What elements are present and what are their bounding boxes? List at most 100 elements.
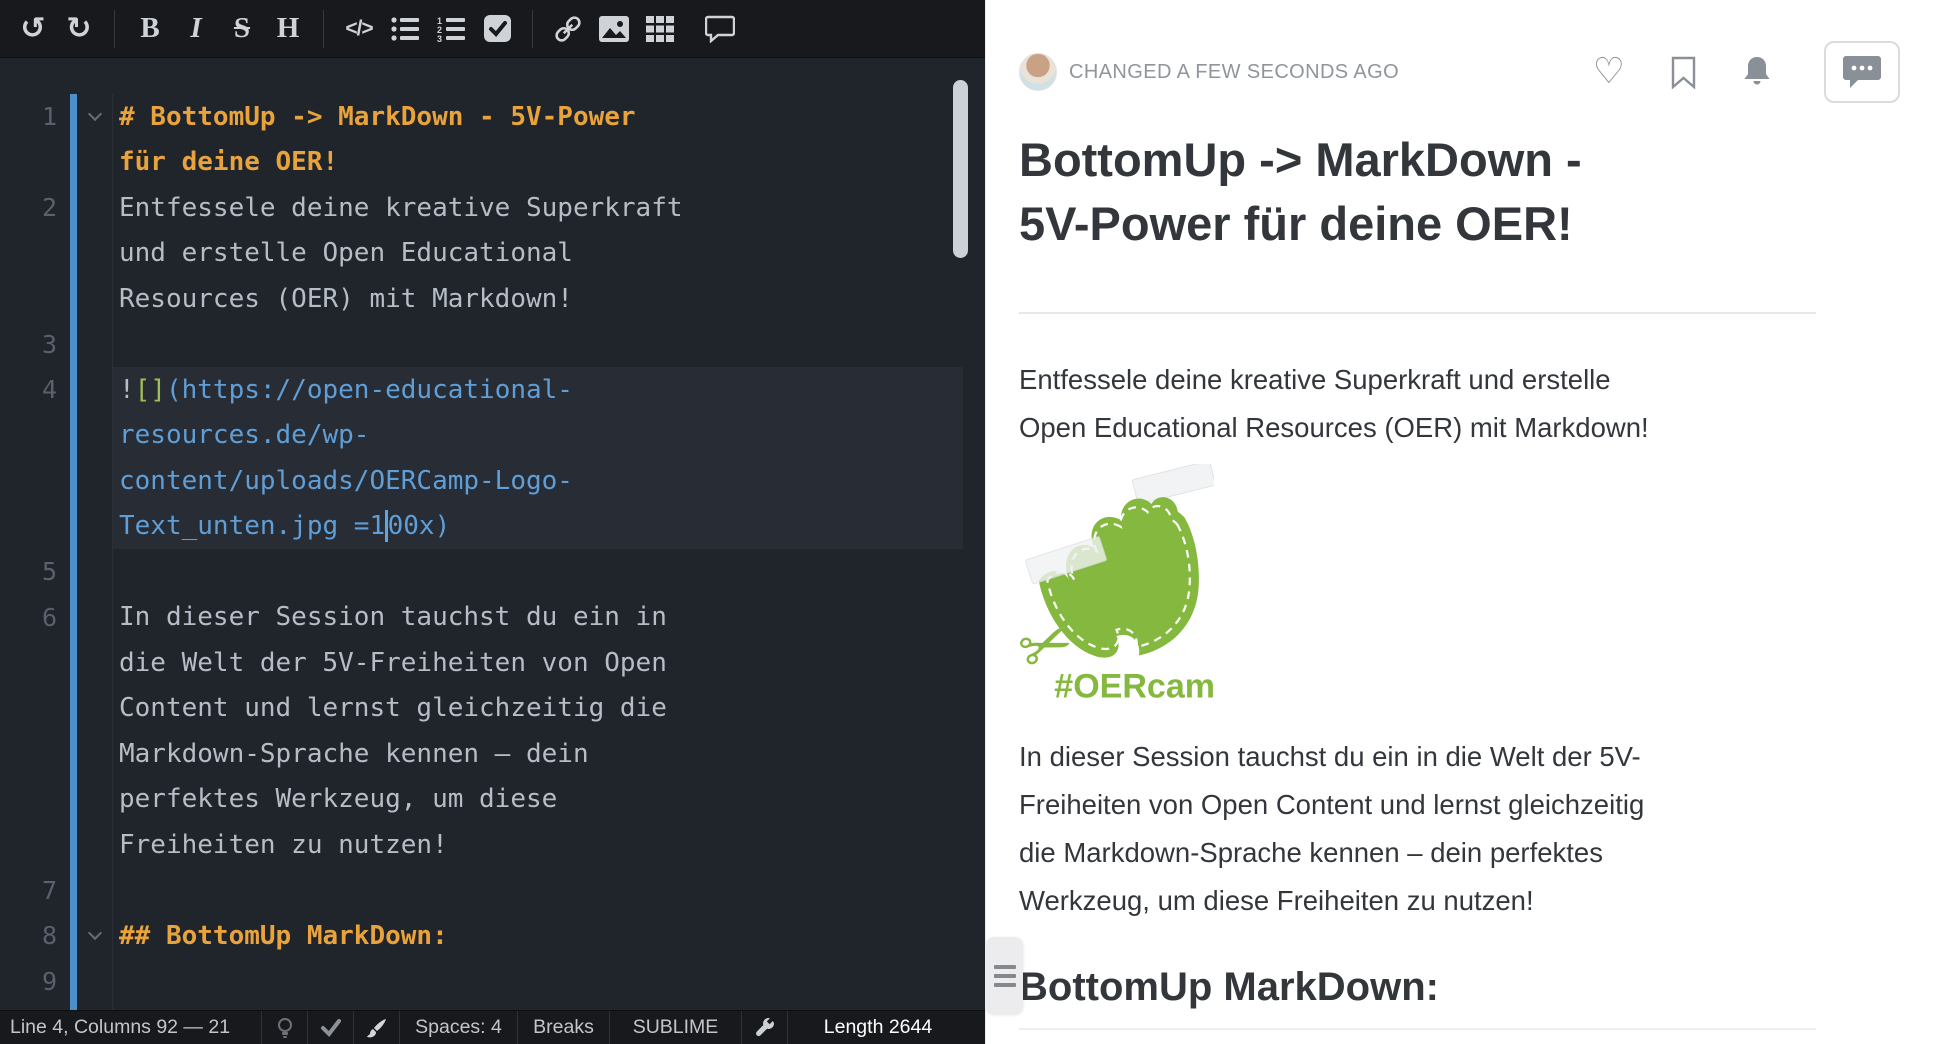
table-icon[interactable]: [637, 7, 683, 51]
heading-icon[interactable]: H: [265, 7, 311, 51]
code-icon[interactable]: </>: [336, 7, 382, 51]
comment-bubble-icon[interactable]: [1824, 41, 1900, 103]
change-indicator-bar: [70, 822, 77, 868]
toolbar-divider: [114, 10, 115, 48]
comment-icon[interactable]: [697, 7, 743, 51]
editor-row[interactable]: Freiheiten zu nutzen!: [0, 822, 985, 868]
heart-icon[interactable]: ♡: [1593, 54, 1625, 90]
code-line[interactable]: [112, 868, 963, 914]
code-line[interactable]: # BottomUp -> MarkDown - 5V-Power: [112, 94, 963, 140]
code-line[interactable]: Content und lernst gleichzeitig die: [112, 686, 963, 732]
editor-pane: ↺ ↻ B I S H </>: [0, 0, 985, 1044]
change-indicator-bar: [70, 185, 77, 231]
preview-actions: ♡: [1593, 41, 1900, 103]
change-indicator-bar: [70, 231, 77, 277]
editor-row[interactable]: 7: [0, 868, 985, 914]
code-line[interactable]: Text_unten.jpg =100x): [112, 504, 963, 550]
line-number: 2: [0, 193, 57, 222]
code-line[interactable]: **Verwahren & Vervielfältigen**: [112, 1004, 963, 1010]
redo-icon[interactable]: ↻: [56, 7, 102, 51]
code-line[interactable]: resources.de/wp-: [112, 413, 963, 459]
change-indicator-bar: [70, 731, 77, 777]
keymap-setting[interactable]: SUBLIME: [610, 1011, 742, 1044]
editor-row[interactable]: 8 ## BottomUp MarkDown:: [0, 913, 985, 959]
session-paragraph: In dieser Session tauchst du ein in die …: [1019, 733, 1816, 925]
code-line[interactable]: [112, 549, 963, 595]
editor-row[interactable]: resources.de/wp-: [0, 413, 985, 459]
editor-row[interactable]: und erstelle Open Educational: [0, 231, 985, 277]
change-indicator-bar: [70, 913, 77, 959]
code-line[interactable]: In dieser Session tauchst du ein in: [112, 595, 963, 641]
italic-icon[interactable]: I: [173, 7, 219, 51]
change-indicator-bar: [70, 322, 77, 368]
wrench-icon[interactable]: [742, 1011, 788, 1044]
editor-statusbar: Line 4, Columns 92 — 21 Spaces:: [0, 1010, 985, 1044]
editor-row[interactable]: 6In dieser Session tauchst du ein in: [0, 595, 985, 641]
toolbar-insert-group: [545, 7, 743, 51]
code-line[interactable]: und erstelle Open Educational: [112, 231, 963, 277]
code-line[interactable]: ## BottomUp MarkDown:: [112, 913, 963, 959]
brush-icon[interactable]: [354, 1011, 400, 1044]
code-segment: Text_unten.jpg =1: [119, 511, 385, 541]
editor-scrollbar[interactable]: [953, 80, 968, 258]
editor-row[interactable]: Resources (OER) mit Markdown!: [0, 276, 985, 322]
editor-rows: 1# BottomUp -> MarkDown - 5V-Powerfür de…: [0, 94, 985, 1010]
code-line[interactable]: für deine OER!: [112, 140, 963, 186]
code-line[interactable]: die Welt der 5V-Freiheiten von Open: [112, 640, 963, 686]
editor-row[interactable]: 2 Entfessele deine kreative Superkraft: [0, 185, 985, 231]
bookmark-icon[interactable]: [1671, 56, 1696, 89]
editor-row[interactable]: 3: [0, 322, 985, 368]
ordered-list-icon[interactable]: 1 2 3: [428, 7, 474, 51]
lightbulb-icon[interactable]: [262, 1011, 308, 1044]
avatar[interactable]: [1019, 53, 1057, 91]
change-indicator-bar: [70, 1004, 77, 1010]
line-number: 8: [0, 921, 57, 950]
code-line[interactable]: content/uploads/OERCamp-Logo-: [112, 458, 963, 504]
code-line[interactable]: Freiheiten zu nutzen!: [112, 822, 963, 868]
line-number: 3: [0, 330, 57, 359]
code-segment: perfektes Werkzeug, um diese: [119, 784, 557, 814]
unordered-list-icon[interactable]: [382, 7, 428, 51]
undo-icon[interactable]: ↺: [10, 7, 56, 51]
editor-row[interactable]: 10**Verwahren & Vervielfältigen**: [0, 1004, 985, 1010]
code-line[interactable]: perfektes Werkzeug, um diese: [112, 777, 963, 823]
markdown-editor[interactable]: 1# BottomUp -> MarkDown - 5V-Powerfür de…: [0, 58, 985, 1010]
preview-content: BottomUp -> MarkDown -5V-Power für deine…: [1019, 128, 1816, 1030]
code-line[interactable]: Markdown-Sprache kennen – dein: [112, 731, 963, 777]
change-indicator-bar: [70, 94, 77, 140]
editor-row[interactable]: für deine OER!: [0, 140, 985, 186]
checklist-icon[interactable]: [474, 7, 520, 51]
strikethrough-icon[interactable]: S: [219, 7, 265, 51]
code-segment: 00x): [388, 511, 451, 541]
linebreak-setting[interactable]: Breaks: [518, 1011, 610, 1044]
bold-icon[interactable]: B: [127, 7, 173, 51]
cursor-position: Line 4, Columns 92 — 21: [0, 1011, 262, 1044]
editor-row[interactable]: 4![](https://open-educational-: [0, 367, 985, 413]
title-divider: [1019, 312, 1816, 314]
change-indicator-bar: [70, 367, 77, 413]
editor-row[interactable]: 1# BottomUp -> MarkDown - 5V-Power: [0, 94, 985, 140]
check-icon[interactable]: [308, 1011, 354, 1044]
code-line[interactable]: [112, 959, 963, 1005]
page-title: BottomUp -> MarkDown -5V-Power für deine…: [1019, 128, 1816, 256]
fold-chevron-icon[interactable]: [77, 114, 112, 119]
code-line[interactable]: Entfessele deine kreative Superkraft: [112, 185, 963, 231]
editor-row[interactable]: Content und lernst gleichzeitig die: [0, 686, 985, 732]
fold-chevron-icon[interactable]: [77, 933, 112, 938]
code-line[interactable]: ![](https://open-educational-: [112, 367, 963, 413]
code-line[interactable]: [112, 322, 963, 368]
editor-row[interactable]: Text_unten.jpg =100x): [0, 504, 985, 550]
indent-setting[interactable]: Spaces: 4: [400, 1011, 518, 1044]
editor-row[interactable]: Markdown-Sprache kennen – dein: [0, 731, 985, 777]
editor-row[interactable]: content/uploads/OERCamp-Logo-: [0, 458, 985, 504]
code-segment: Resources (OER) mit Markdown!: [119, 284, 573, 314]
editor-row[interactable]: 9: [0, 959, 985, 1005]
bell-icon[interactable]: [1742, 55, 1772, 89]
link-icon[interactable]: [545, 7, 591, 51]
editor-row[interactable]: die Welt der 5V-Freiheiten von Open: [0, 640, 985, 686]
code-line[interactable]: Resources (OER) mit Markdown!: [112, 276, 963, 322]
pane-drag-handle[interactable]: [986, 937, 1023, 1014]
editor-row[interactable]: perfektes Werkzeug, um diese: [0, 777, 985, 823]
editor-row[interactable]: 5: [0, 549, 985, 595]
image-icon[interactable]: [591, 7, 637, 51]
